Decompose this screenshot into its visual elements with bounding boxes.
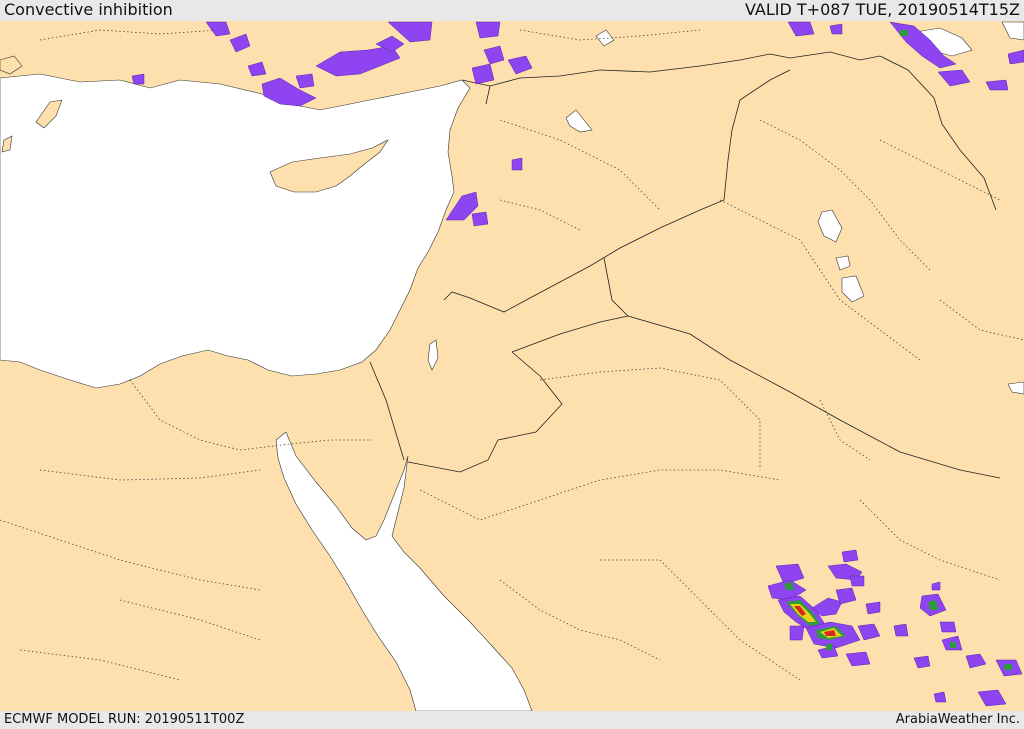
footer-bar: ECMWF MODEL RUN: 20190511T00Z ArabiaWeat… (0, 711, 1024, 729)
map-title: Convective inhibition (4, 0, 173, 19)
map-view: Convective inhibition VALID T+087 TUE, 2… (0, 0, 1024, 729)
valid-time: VALID T+087 TUE, 20190514T15Z (744, 0, 1020, 19)
header-bar: Convective inhibition VALID T+087 TUE, 2… (0, 0, 1024, 21)
map-canvas[interactable] (0, 0, 1024, 729)
credit-label: ArabiaWeather Inc. (895, 712, 1020, 727)
model-run: ECMWF MODEL RUN: 20190511T00Z (4, 712, 245, 727)
